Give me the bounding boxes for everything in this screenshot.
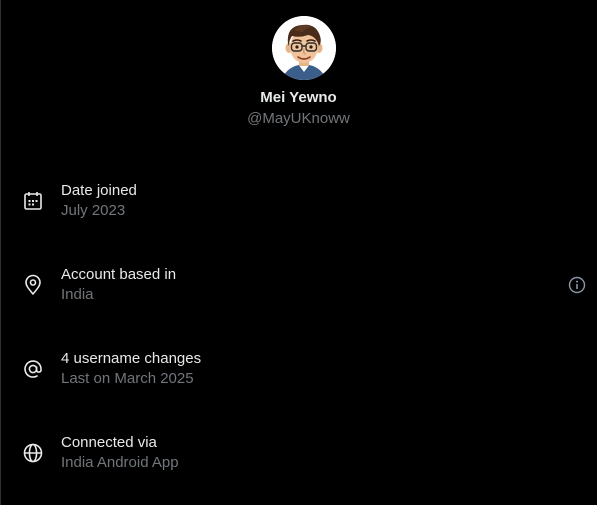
globe-icon xyxy=(22,442,44,464)
avatar-image xyxy=(272,16,336,80)
row-subtitle: Last on March 2025 xyxy=(61,370,194,387)
display-name: Mei Yewno xyxy=(260,89,337,106)
avatar[interactable] xyxy=(272,16,336,80)
at-sign-icon xyxy=(22,358,44,380)
row-title: Date joined xyxy=(61,182,137,199)
info-row-connected-via: Connected via India Android App xyxy=(0,422,597,482)
calendar-icon xyxy=(22,190,44,212)
row-subtitle: July 2023 xyxy=(61,202,126,219)
row-title: 4 username changes xyxy=(61,350,202,367)
info-row-username-changes: 4 username changes Last on March 2025 xyxy=(0,338,597,398)
handle: @MayUKnoww xyxy=(247,110,350,127)
row-title: Account based in xyxy=(61,266,177,283)
row-subtitle: India Android App xyxy=(61,454,179,471)
info-icon[interactable] xyxy=(567,275,587,295)
info-row-account-based-in: Account based in India xyxy=(0,254,597,314)
row-title: Connected via xyxy=(61,434,157,451)
info-row-date-joined: Date joined July 2023 xyxy=(0,170,597,230)
row-subtitle: India xyxy=(61,286,94,303)
location-pin-icon xyxy=(22,274,44,296)
